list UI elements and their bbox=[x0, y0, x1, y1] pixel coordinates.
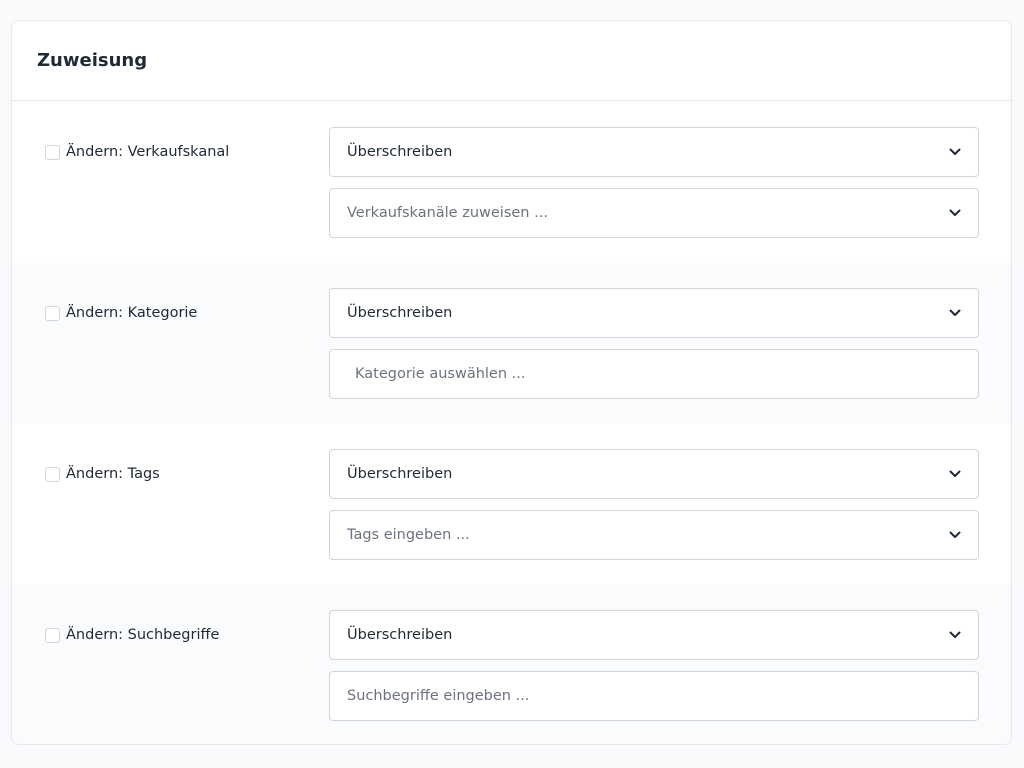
category-label: Ändern: Kategorie bbox=[66, 305, 198, 321]
tags-input-placeholder: Tags eingeben ... bbox=[347, 527, 470, 543]
tags-mode-value: Überschreiben bbox=[347, 466, 453, 482]
tags-input-select[interactable]: Tags eingeben ... bbox=[329, 510, 979, 560]
sales-channel-assign-select[interactable]: Verkaufskanäle zuweisen ... bbox=[329, 188, 979, 238]
tags-label: Ändern: Tags bbox=[66, 466, 160, 482]
category-select-input[interactable]: Kategorie auswählen ... bbox=[329, 349, 979, 399]
toggle-category[interactable]: Ändern: Kategorie bbox=[45, 305, 197, 321]
chevron-down-icon bbox=[948, 145, 962, 159]
search-keywords-mode-value: Überschreiben bbox=[347, 627, 453, 643]
sales-channel-label: Ändern: Verkaufskanal bbox=[66, 144, 230, 160]
assignment-card: Zuweisung Ändern: Verkaufskanal Überschr… bbox=[11, 20, 1012, 745]
chevron-down-icon bbox=[948, 206, 962, 220]
section-tags: Ändern: Tags Überschreiben Tags eingeben… bbox=[12, 424, 1011, 585]
chevron-down-icon bbox=[948, 306, 962, 320]
chevron-down-icon bbox=[948, 467, 962, 481]
section-category: Ändern: Kategorie Überschreiben Kategori… bbox=[12, 263, 1011, 424]
card-title: Zuweisung bbox=[37, 50, 148, 71]
tags-checkbox[interactable] bbox=[45, 466, 60, 482]
card-header: Zuweisung bbox=[12, 21, 1011, 101]
chevron-down-icon bbox=[948, 628, 962, 642]
toggle-sales-channel[interactable]: Ändern: Verkaufskanal bbox=[45, 144, 229, 160]
category-select-placeholder: Kategorie auswählen ... bbox=[355, 366, 526, 382]
chevron-down-icon bbox=[948, 528, 962, 542]
sales-channel-mode-select[interactable]: Überschreiben bbox=[329, 127, 979, 177]
category-mode-select[interactable]: Überschreiben bbox=[329, 288, 979, 338]
category-mode-value: Überschreiben bbox=[347, 305, 453, 321]
search-keywords-input[interactable]: Suchbegriffe eingeben ... bbox=[329, 671, 979, 721]
sales-channel-checkbox[interactable] bbox=[45, 144, 60, 160]
section-sales-channel: Ändern: Verkaufskanal Überschreiben Verk… bbox=[12, 102, 1011, 263]
toggle-tags[interactable]: Ändern: Tags bbox=[45, 466, 160, 482]
toggle-search-keywords[interactable]: Ändern: Suchbegriffe bbox=[45, 627, 219, 643]
search-keywords-mode-select[interactable]: Überschreiben bbox=[329, 610, 979, 660]
search-keywords-label: Ändern: Suchbegriffe bbox=[66, 627, 220, 643]
category-checkbox[interactable] bbox=[45, 305, 60, 321]
section-search-keywords: Ändern: Suchbegriffe Überschreiben Suchb… bbox=[12, 585, 1011, 744]
sales-channel-assign-placeholder: Verkaufskanäle zuweisen ... bbox=[347, 205, 548, 221]
search-keywords-checkbox[interactable] bbox=[45, 627, 60, 643]
tags-mode-select[interactable]: Überschreiben bbox=[329, 449, 979, 499]
search-keywords-placeholder: Suchbegriffe eingeben ... bbox=[347, 688, 530, 704]
sales-channel-mode-value: Überschreiben bbox=[347, 144, 453, 160]
